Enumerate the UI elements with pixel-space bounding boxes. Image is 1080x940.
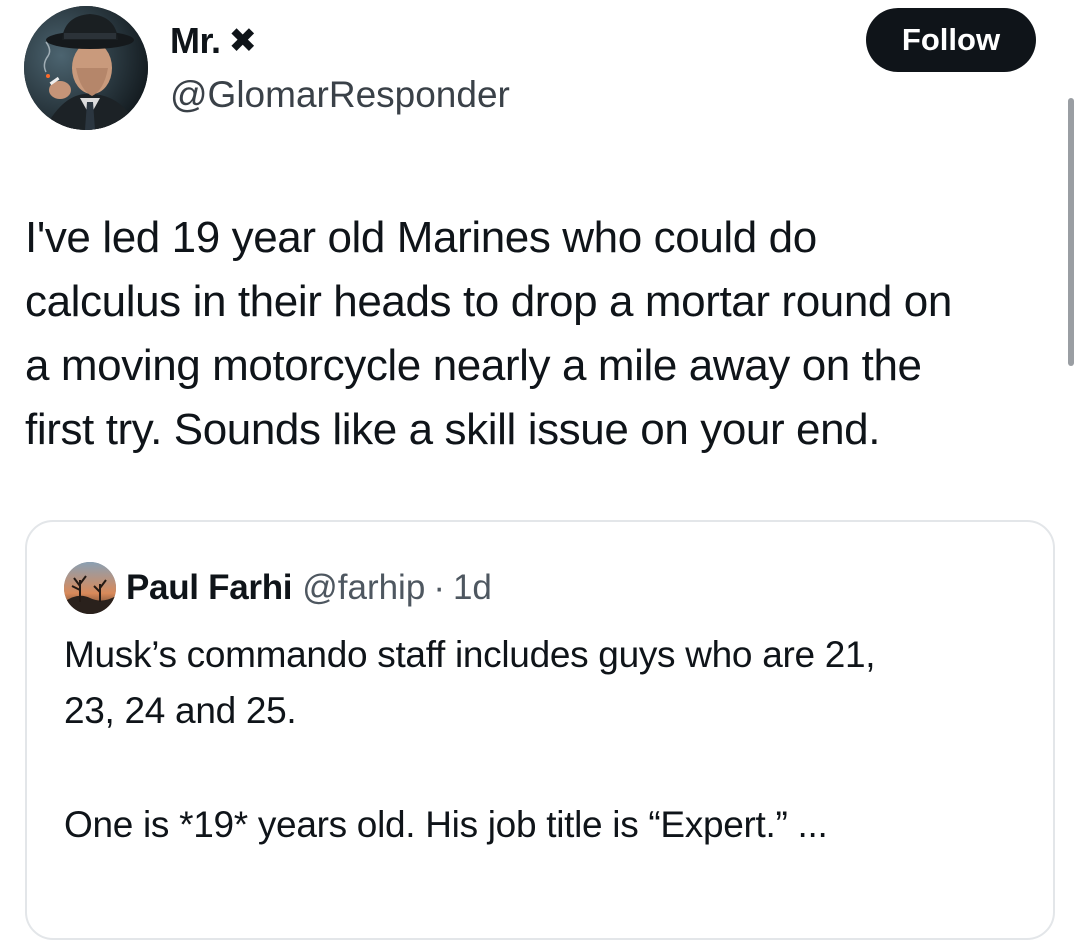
author-handle[interactable]: @GlomarResponder bbox=[170, 74, 510, 116]
quoted-text-line: One is *19* years old. His job title is … bbox=[64, 804, 828, 845]
quoted-author-handle[interactable]: @farhip bbox=[302, 568, 425, 608]
post-text-line: I've led 19 year old Marines who could d… bbox=[25, 213, 817, 262]
author-name[interactable]: Mr. ✖ bbox=[170, 20, 257, 62]
separator-dot: · bbox=[433, 568, 445, 607]
quoted-author-avatar-image bbox=[64, 562, 116, 614]
scrollbar[interactable] bbox=[1068, 98, 1074, 366]
quoted-post-header: Paul Farhi @farhip · 1d bbox=[64, 562, 492, 614]
post: Mr. ✖ @GlomarResponder Follow I've led 1… bbox=[0, 0, 1080, 940]
post-text-line: first try. Sounds like a skill issue on … bbox=[25, 405, 881, 454]
post-text: I've led 19 year old Marines who could d… bbox=[25, 206, 1055, 462]
quoted-post-time[interactable]: 1d bbox=[453, 568, 492, 608]
quoted-author-name[interactable]: Paul Farhi bbox=[126, 568, 293, 608]
quoted-post-text: Musk’s commando staff includes guys who … bbox=[64, 627, 1024, 853]
quoted-post-card[interactable]: Paul Farhi @farhip · 1d Musk’s commando … bbox=[25, 520, 1055, 940]
quoted-text-line: 23, 24 and 25. bbox=[64, 690, 297, 731]
author-avatar-image bbox=[24, 6, 148, 130]
quoted-text-line: Musk’s commando staff includes guys who … bbox=[64, 634, 876, 675]
post-text-line: a moving motorcycle nearly a mile away o… bbox=[25, 341, 922, 390]
post-text-line: calculus in their heads to drop a mortar… bbox=[25, 277, 952, 326]
author-name-text: Mr. bbox=[170, 20, 221, 61]
follow-button[interactable]: Follow bbox=[866, 8, 1036, 72]
quoted-author-avatar[interactable] bbox=[64, 562, 116, 614]
x-badge-icon: ✖ bbox=[228, 22, 258, 60]
author-avatar[interactable] bbox=[24, 6, 148, 130]
